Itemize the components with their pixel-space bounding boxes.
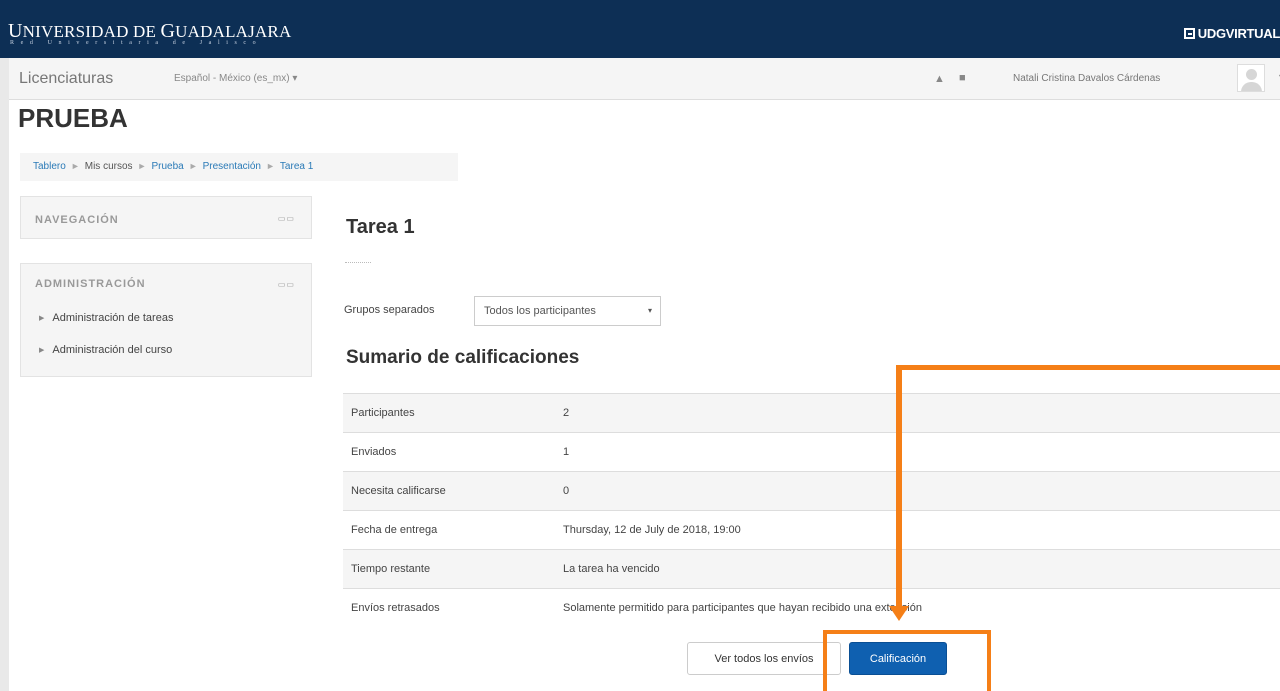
user-name[interactable]: Natali Cristina Davalos Cárdenas: [1013, 73, 1160, 84]
divider: [345, 262, 371, 263]
messages-icon[interactable]: ■: [959, 72, 971, 84]
udg-virtual-icon: [1183, 28, 1195, 39]
page-frame-left: [0, 0, 9, 691]
row-label: Enviados: [343, 432, 555, 472]
university-header: UNIVERSIDAD DE GUADALAJARA Red Universit…: [0, 0, 1280, 58]
row-label: Fecha de entrega: [343, 510, 555, 550]
annotation-arrow-vertical: [896, 365, 902, 616]
notification-icon[interactable]: ▲: [934, 73, 945, 85]
row-label: Participantes: [343, 393, 555, 433]
logo-text-1: NIVERSIDAD DE: [22, 22, 161, 41]
administration-block: ADMINISTRACIÓN ▭▭ ▶ Administración de tar…: [20, 263, 312, 377]
breadcrumb-separator-icon: ►: [137, 161, 147, 171]
top-navbar: Licenciaturas Español - México (es_mx) ▾…: [9, 58, 1280, 100]
breadcrumb-prueba[interactable]: Prueba: [151, 161, 183, 172]
breadcrumb-separator-icon: ►: [70, 161, 80, 171]
row-value: Thursday, 12 de July de 2018, 19:00: [555, 510, 1280, 550]
groups-select[interactable]: Todos los participantes ▾: [474, 296, 661, 326]
breadcrumb-tarea-1[interactable]: Tarea 1: [280, 161, 313, 172]
grading-summary-heading: Sumario de calificaciones: [346, 347, 580, 368]
tree-item-admin-curso[interactable]: ▶ Administración del curso: [39, 344, 172, 356]
row-value: Solamente permitido para participantes q…: [555, 588, 1280, 628]
block-controls-icon[interactable]: ▭▭: [278, 214, 295, 223]
table-row: Tiempo restante La tarea ha vencido: [343, 549, 1280, 589]
tree-item-admin-tareas[interactable]: ▶ Administración de tareas: [39, 312, 173, 324]
breadcrumb: Tablero ► Mis cursos ► Prueba ► Presentación ► T…: [20, 153, 458, 181]
table-row: Fecha de entrega Thursday, 12 de July de …: [343, 510, 1280, 550]
tree-arrow-icon: ▶: [39, 347, 45, 354]
language-menu[interactable]: Español - México (es_mx) ▾: [174, 73, 297, 84]
row-label: Envíos retrasados: [343, 588, 555, 628]
logo-text-2: UADALAJARA: [175, 22, 292, 41]
page-title: PRUEBA: [18, 103, 128, 133]
breadcrumb-separator-icon: ►: [266, 161, 275, 171]
udg-virtual-text: UDGVIRTUAL: [1197, 26, 1280, 41]
table-row: Necesita calificarse 0: [343, 471, 1280, 511]
administration-block-title[interactable]: ADMINISTRACIÓN: [35, 278, 146, 290]
chevron-down-icon: ▾: [647, 306, 652, 315]
block-controls-icon[interactable]: ▭▭: [278, 280, 295, 289]
udg-virtual-logo[interactable]: UDGVIRTUAL: [1183, 26, 1280, 41]
groups-select-value: Todos los participantes: [484, 305, 596, 317]
row-value: La tarea ha vencido: [555, 549, 1280, 589]
row-value: 1: [555, 432, 1280, 472]
site-name-link[interactable]: Licenciaturas: [19, 70, 113, 88]
table-row: Participantes 2: [343, 393, 1280, 433]
navigation-block: NAVEGACIÓN ▭▭: [20, 196, 312, 239]
logo-letter-g: G: [160, 20, 176, 42]
tree-arrow-icon: ▶: [39, 315, 45, 322]
user-avatar[interactable]: [1237, 64, 1265, 92]
university-subtitle: Red Universitaria de Jalisco: [10, 40, 263, 46]
grading-summary-table: Participantes 2 Enviados 1 Necesita califi…: [343, 393, 1280, 628]
table-row: Enviados 1: [343, 432, 1280, 472]
assignment-heading: Tarea 1: [346, 216, 415, 238]
navigation-block-title[interactable]: NAVEGACIÓN: [35, 214, 119, 226]
breadcrumb-presentacion[interactable]: Presentación: [203, 161, 261, 172]
tree-item-label: Administración del curso: [52, 344, 173, 356]
annotation-arrowhead-icon: [889, 606, 909, 621]
tree-item-label: Administración de tareas: [52, 312, 174, 324]
row-value: 2: [555, 393, 1280, 433]
groups-label: Grupos separados: [344, 304, 435, 316]
breadcrumb-tablero[interactable]: Tablero: [33, 161, 66, 172]
breadcrumb-mis-cursos[interactable]: Mis cursos: [85, 161, 133, 172]
row-label: Tiempo restante: [343, 549, 555, 589]
logo-letter-u: U: [8, 20, 23, 42]
annotation-arrow-horizontal: [901, 365, 1280, 370]
view-all-submissions-button[interactable]: Ver todos los envíos: [687, 642, 841, 675]
breadcrumb-separator-icon: ►: [188, 161, 198, 171]
row-label: Necesita calificarse: [343, 471, 555, 511]
row-value: 0: [555, 471, 1280, 511]
table-row: Envíos retrasados Solamente permitido par…: [343, 588, 1280, 628]
annotation-highlight-box: [823, 630, 991, 691]
